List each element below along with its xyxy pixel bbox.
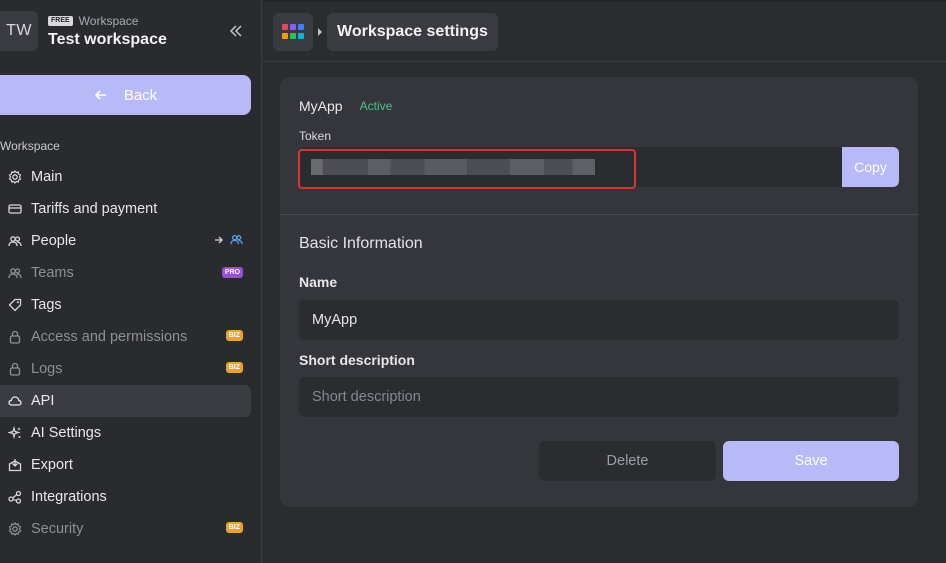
back-button[interactable]: Back [0, 75, 251, 115]
api-app-card: MyApp Active Token Copy Basic Informatio… [280, 77, 918, 507]
top-bar: Workspace settings [263, 0, 946, 62]
sidebar-item-teams[interactable]: Teams PRO [0, 257, 251, 289]
divider [280, 214, 918, 215]
sidebar-item-access-permissions[interactable]: Access and permissions BIZ [0, 321, 251, 353]
workspace-avatar[interactable]: TW [0, 11, 38, 51]
sidebar-item-export[interactable]: Export [0, 449, 251, 481]
sidebar-item-people[interactable]: People [0, 225, 251, 257]
cloud-icon [7, 393, 23, 409]
biz-badge: BIZ [225, 330, 243, 341]
sidebar-item-label: Tariffs and payment [31, 201, 158, 217]
sidebar-item-label: Tags [31, 297, 62, 313]
sidebar-item-label: Main [31, 169, 63, 185]
sidebar-section-title: Workspace [0, 139, 60, 153]
arrow-right-icon[interactable] [214, 235, 224, 245]
sidebar-item-label: API [31, 393, 55, 409]
breadcrumb-chevron-icon [318, 28, 322, 36]
sidebar-item-security[interactable]: Security BIZ [0, 513, 251, 545]
plan-row: FREE Workspace [48, 14, 138, 28]
status-badge: Active [359, 99, 393, 113]
gear-icon [7, 521, 23, 537]
sidebar-item-logs[interactable]: Logs BIZ [0, 353, 251, 385]
arrow-left-icon [94, 90, 106, 100]
tag-icon [7, 297, 23, 313]
basic-info-heading: Basic Information [299, 235, 423, 252]
pro-badge: PRO [221, 267, 243, 278]
sidebar-item-label: Teams [31, 265, 74, 281]
sidebar: TW FREE Workspace Test workspace Back Wo… [0, 0, 262, 563]
apps-grid-icon [282, 24, 304, 39]
sidebar-nav: Main Tariffs and payment People Teams PR… [0, 161, 262, 545]
sidebar-item-label: AI Settings [31, 425, 102, 441]
short-description-input[interactable] [299, 377, 899, 417]
team-link-icon[interactable] [230, 233, 243, 246]
name-label: Name [299, 274, 338, 290]
sidebar-item-label: Integrations [31, 489, 107, 505]
team-icon [7, 265, 23, 281]
token-label: Token [299, 129, 332, 143]
sidebar-item-main[interactable]: Main [0, 161, 251, 193]
biz-badge: BIZ [225, 362, 243, 373]
biz-badge: BIZ [225, 522, 243, 533]
apps-grid-button[interactable] [273, 13, 313, 51]
short-description-label: Short description [299, 352, 415, 368]
sidebar-item-label: Security [31, 521, 84, 537]
delete-button[interactable]: Delete [539, 441, 716, 481]
app-name: MyApp [299, 98, 343, 114]
token-highlight-box [298, 149, 636, 189]
integrations-icon [7, 489, 23, 505]
save-button[interactable]: Save [723, 441, 899, 481]
credit-card-icon [7, 201, 23, 217]
double-chevron-left-icon [229, 25, 242, 37]
people-icon [7, 233, 23, 249]
sidebar-item-api[interactable]: API [0, 385, 251, 417]
gear-icon [7, 169, 23, 185]
sidebar-item-tariffs[interactable]: Tariffs and payment [0, 193, 251, 225]
sparkle-icon [7, 425, 23, 441]
lock-icon [7, 361, 23, 377]
lock-icon [7, 329, 23, 345]
plan-label: Workspace [78, 14, 139, 28]
breadcrumb-workspace-settings[interactable]: Workspace settings [327, 13, 498, 51]
sidebar-item-label: Export [31, 457, 73, 473]
back-label: Back [123, 86, 158, 104]
workspace-name: Test workspace [48, 31, 167, 48]
sidebar-item-ai-settings[interactable]: AI Settings [0, 417, 251, 449]
sidebar-item-tags[interactable]: Tags [0, 289, 251, 321]
export-icon [7, 457, 23, 473]
plan-badge: FREE [48, 16, 73, 26]
collapse-sidebar-button[interactable] [224, 19, 248, 43]
app-header: MyApp Active [299, 98, 392, 114]
sidebar-item-label: Access and permissions [31, 329, 188, 345]
sidebar-item-label: People [31, 233, 77, 249]
sidebar-item-integrations[interactable]: Integrations [0, 481, 251, 513]
copy-token-button[interactable]: Copy [842, 147, 899, 187]
workspace-header[interactable]: TW FREE Workspace Test workspace [0, 11, 262, 51]
people-extra [214, 233, 243, 246]
sidebar-item-label: Logs [31, 361, 63, 377]
name-input[interactable] [299, 300, 899, 340]
